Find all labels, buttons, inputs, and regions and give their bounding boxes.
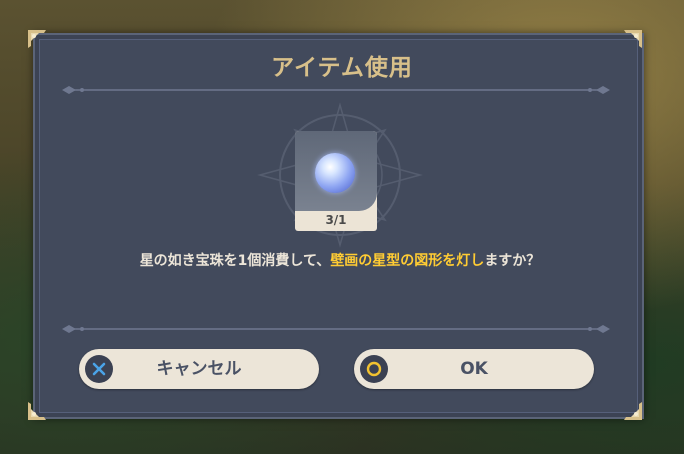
cancel-button-label: キャンセル xyxy=(156,359,242,379)
confirm-message: 星の如き宝珠を1個消費して、壁画の星型の図形を灯しますか？ xyxy=(100,252,580,271)
corner-ornament-icon xyxy=(26,400,48,422)
corner-ornament-icon xyxy=(622,400,644,422)
ok-button[interactable]: OK xyxy=(354,349,594,389)
corner-ornament-icon xyxy=(622,28,644,50)
title-divider xyxy=(60,83,612,97)
message-highlight: 壁画の星型の図形を灯し xyxy=(330,253,485,269)
crystal-orb-icon xyxy=(315,153,355,193)
item-count: 3/1 xyxy=(325,213,347,227)
footer-divider xyxy=(60,322,612,336)
corner-ornament-icon xyxy=(26,28,48,50)
cancel-button[interactable]: キャンセル xyxy=(79,349,319,389)
item-card: 3/1 xyxy=(295,131,377,231)
message-text: 星の如き宝珠を1個消費して、 xyxy=(139,253,331,269)
ok-button-label: OK xyxy=(460,359,488,379)
dialog-title: アイテム使用 xyxy=(271,55,413,81)
message-text-end: ますか？ xyxy=(484,253,541,269)
item-image xyxy=(295,131,377,211)
